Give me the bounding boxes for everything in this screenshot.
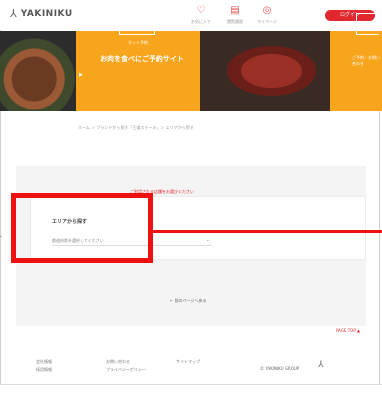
banner-caption-right: ご予約・お問い合わせ [352,55,380,66]
bottom-bar [0,384,382,395]
banner-meat-image [200,31,330,111]
header-nav-favorites[interactable]: ♡ お気に入り [186,5,216,25]
footer-link[interactable]: 会社情報 [36,358,52,366]
highlight-box [11,193,153,263]
nav-label: マイページ [257,19,277,24]
footer-link[interactable]: お問い合わせ [106,358,146,366]
banner-steak-image [0,31,76,111]
footer-link[interactable]: 採用情報 [36,366,52,374]
margin-mark: - [0,233,3,240]
banner-headline: お肉を食べにご予約サイト [100,55,184,63]
footer-link[interactable]: プライバシーポリシー [106,366,146,374]
banner-subtitle: ネット予約 [128,40,148,45]
history-icon: ▤ [230,5,240,16]
footer-column-1: 会社情報 採用情報 [36,358,52,374]
footer-logo-icon: ⅄ [318,360,324,370]
page-top-link[interactable]: PAGE TOP ▲ [336,328,360,333]
heart-icon: ♡ [196,5,206,16]
nav-label: 閲覧履歴 [227,19,243,24]
user-icon: ◎ [262,5,272,16]
footer-copyright: © YAKINIKU GROUP [260,366,300,371]
highlight-pointer-line [153,230,382,233]
banner-brand-logo-right [356,13,379,35]
site-logo[interactable]: ⅄ YAKINIKU [10,7,73,20]
logo-mark-icon: ⅄ [10,7,17,20]
banner-panel-right [330,31,382,111]
banner-arrow-icon: ▶ [79,72,83,78]
footer-column-3: サイトマップ [176,358,200,366]
header-nav-mypage[interactable]: ◎ マイページ [252,5,282,25]
site-header: ⅄ YAKINIKU ♡ お気に入り ▤ 閲覧履歴 ◎ マイページ ログイン [0,0,382,30]
breadcrumb[interactable]: ホーム ＞ ブランドから探す「王道ステーキ」＞ エリアから探す [78,125,194,131]
header-nav-history[interactable]: ▤ 閲覧履歴 [220,5,250,25]
logo-text: YAKINIKU [20,8,73,19]
banner-brand-logo: 王道 [119,13,155,35]
footer-link[interactable]: サイトマップ [176,358,200,366]
footer-column-2: お問い合わせ プライバシーポリシー [106,358,146,374]
chevron-down-icon: ⌄ [205,237,210,243]
back-link[interactable]: ← 前のページへ戻る [170,298,207,304]
hero-banner[interactable] [0,31,382,111]
nav-label: お気に入り [191,19,211,24]
